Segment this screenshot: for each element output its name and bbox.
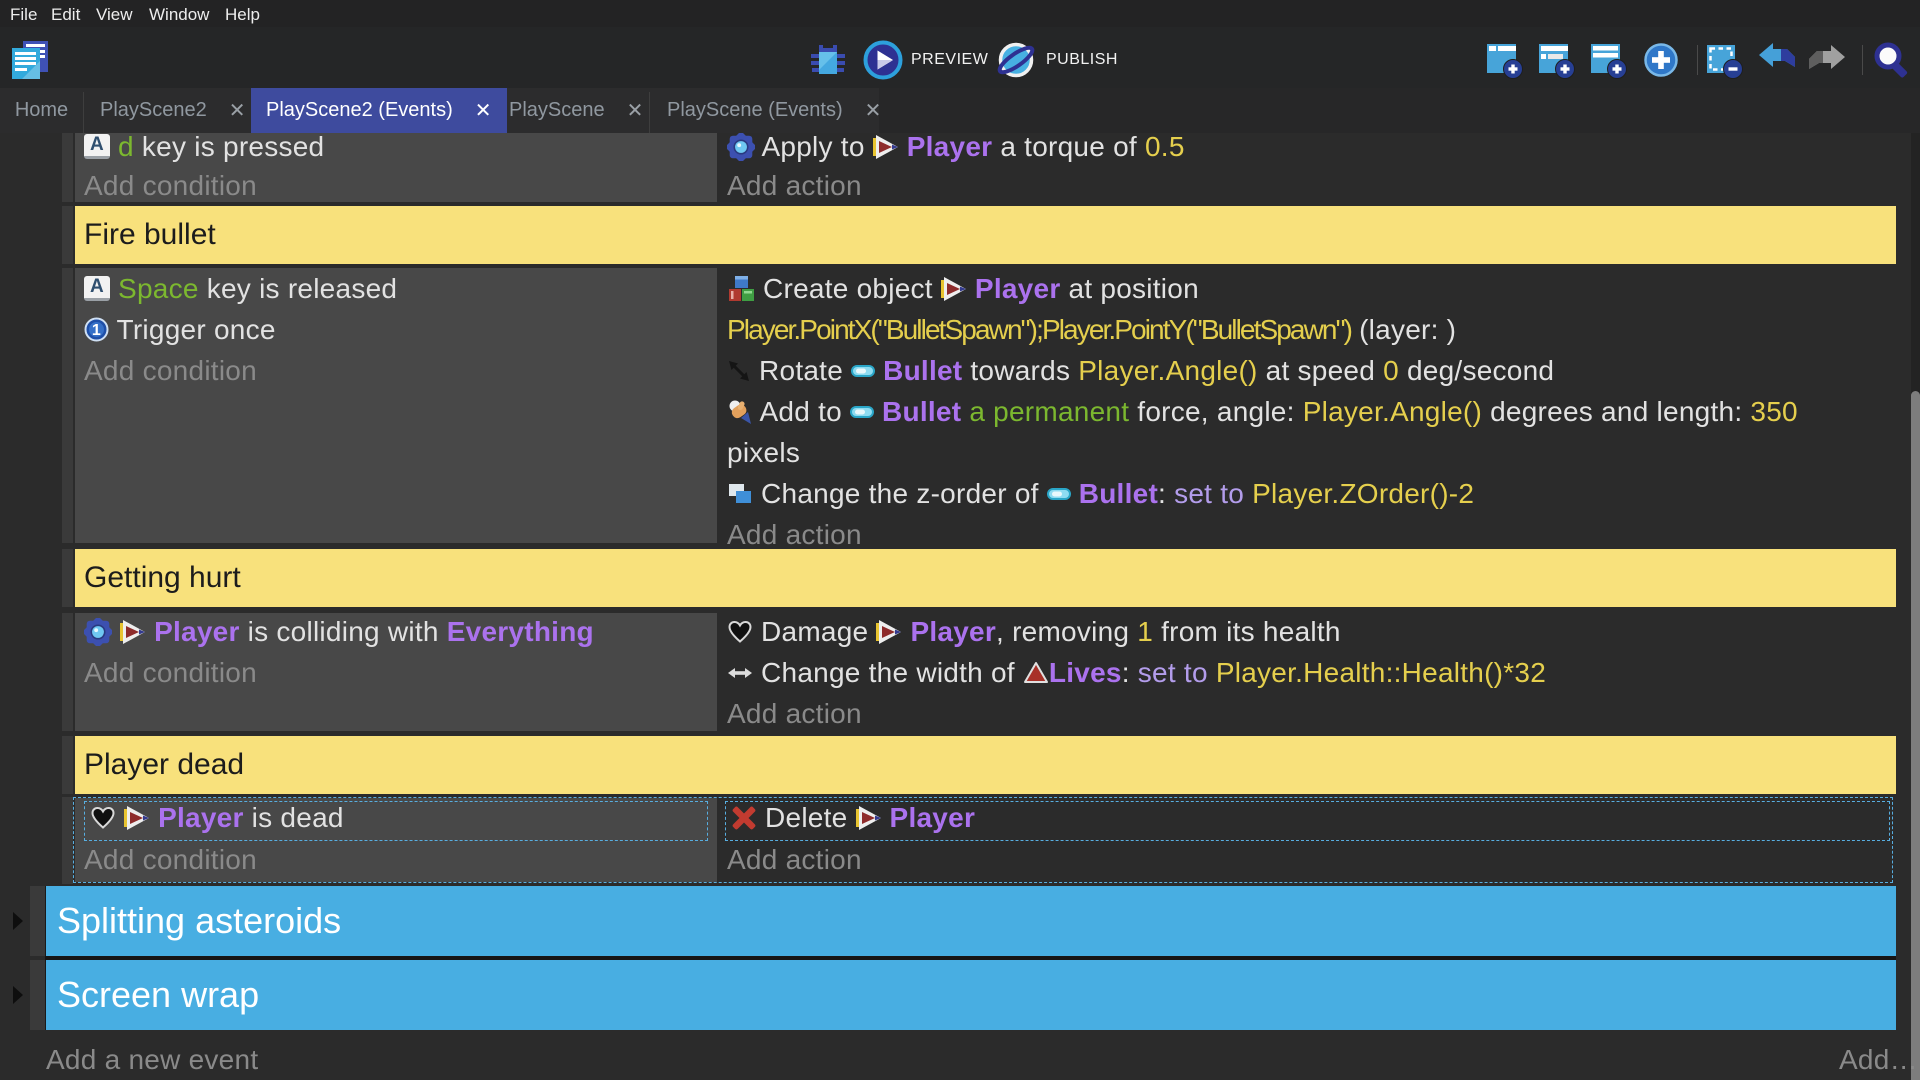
svg-text:1: 1: [92, 322, 101, 339]
